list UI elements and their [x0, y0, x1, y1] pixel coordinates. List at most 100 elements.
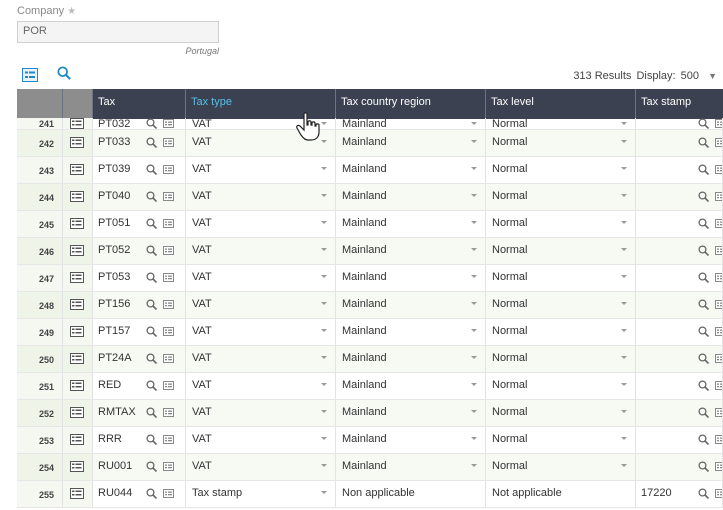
row-detail-cell[interactable]: [63, 400, 93, 426]
table-row[interactable]: 252 RMTAX VAT Mainland Normal: [17, 400, 723, 427]
tax-stamp-cell[interactable]: [636, 292, 723, 318]
tax-level-cell[interactable]: Normal: [486, 292, 636, 318]
tax-stamp-cell[interactable]: [636, 184, 723, 210]
table-row[interactable]: 255 RU044 Tax stamp Non applicable Not appli…: [17, 481, 723, 508]
detail-icon[interactable]: [163, 273, 174, 282]
tax-stamp-cell[interactable]: [636, 373, 723, 399]
company-input[interactable]: POR: [17, 21, 219, 43]
tax-cell[interactable]: PT052: [93, 238, 186, 264]
row-detail-icon[interactable]: [70, 164, 84, 175]
row-detail-icon[interactable]: [70, 245, 84, 256]
tax-stamp-cell[interactable]: [636, 265, 723, 291]
lookup-icon[interactable]: [146, 137, 158, 149]
tax-type-cell[interactable]: VAT: [186, 319, 336, 345]
tax-cell[interactable]: RRR: [93, 427, 186, 453]
row-detail-icon[interactable]: [70, 407, 84, 418]
detail-icon[interactable]: [715, 408, 722, 417]
dropdown-arrow-icon[interactable]: [621, 410, 627, 413]
tax-level-cell[interactable]: Normal: [486, 184, 636, 210]
lookup-icon[interactable]: [698, 118, 710, 129]
lookup-icon[interactable]: [698, 434, 710, 446]
row-detail-icon[interactable]: [70, 380, 84, 391]
tax-stamp-cell[interactable]: [636, 319, 723, 345]
detail-icon[interactable]: [715, 435, 722, 444]
lookup-icon[interactable]: [146, 272, 158, 284]
detail-icon[interactable]: [715, 165, 722, 174]
row-detail-cell[interactable]: [63, 427, 93, 453]
tax-region-cell[interactable]: Mainland: [336, 265, 486, 291]
table-row[interactable]: 246 PT052 VAT Mainland Normal: [17, 238, 723, 265]
dropdown-arrow-icon[interactable]: [621, 140, 627, 143]
detail-icon[interactable]: [163, 435, 174, 444]
lookup-icon[interactable]: [146, 245, 158, 257]
detail-icon[interactable]: [163, 300, 174, 309]
row-detail-cell[interactable]: [63, 157, 93, 183]
tax-stamp-cell[interactable]: [636, 211, 723, 237]
lookup-icon[interactable]: [146, 353, 158, 365]
tax-type-cell[interactable]: VAT: [186, 454, 336, 480]
row-detail-cell[interactable]: [63, 346, 93, 372]
table-row[interactable]: 253 RRR VAT Mainland Normal: [17, 427, 723, 454]
dropdown-arrow-icon[interactable]: [471, 329, 477, 332]
lookup-icon[interactable]: [698, 272, 710, 284]
detail-icon[interactable]: [715, 489, 722, 498]
dropdown-arrow-icon[interactable]: [621, 464, 627, 467]
dropdown-arrow-icon[interactable]: [471, 464, 477, 467]
tax-stamp-cell[interactable]: [636, 346, 723, 372]
lookup-icon[interactable]: [146, 407, 158, 419]
tax-region-cell[interactable]: Mainland: [336, 130, 486, 156]
column-header-tax-level[interactable]: Tax level: [486, 89, 636, 119]
tax-type-cell[interactable]: VAT: [186, 373, 336, 399]
table-row[interactable]: 254 RU001 VAT Mainland Normal: [17, 454, 723, 481]
lookup-icon[interactable]: [698, 326, 710, 338]
search-icon[interactable]: [56, 66, 72, 80]
table-row[interactable]: 244 PT040 VAT Mainland Normal: [17, 184, 723, 211]
display-value[interactable]: 500: [681, 70, 699, 82]
tax-type-cell[interactable]: VAT: [186, 238, 336, 264]
detail-icon[interactable]: [163, 408, 174, 417]
lookup-icon[interactable]: [146, 299, 158, 311]
tax-region-cell[interactable]: Mainland: [336, 157, 486, 183]
tax-type-cell[interactable]: VAT: [186, 157, 336, 183]
detail-icon[interactable]: [715, 354, 722, 363]
dropdown-arrow-icon[interactable]: [321, 194, 327, 197]
lookup-icon[interactable]: [146, 461, 158, 473]
dropdown-arrow-icon[interactable]: [621, 194, 627, 197]
lookup-icon[interactable]: [146, 380, 158, 392]
dropdown-arrow-icon[interactable]: [321, 275, 327, 278]
detail-icon[interactable]: [163, 462, 174, 471]
row-detail-icon[interactable]: [70, 353, 84, 364]
lookup-icon[interactable]: [698, 191, 710, 203]
tax-level-cell[interactable]: Normal: [486, 346, 636, 372]
tax-region-cell[interactable]: Mainland: [336, 184, 486, 210]
tax-level-cell[interactable]: Normal: [486, 130, 636, 156]
table-row[interactable]: 251 RED VAT Mainland Normal: [17, 373, 723, 400]
row-detail-icon[interactable]: [70, 326, 84, 337]
row-detail-icon[interactable]: [70, 191, 84, 202]
lookup-icon[interactable]: [698, 299, 710, 311]
dropdown-arrow-icon[interactable]: [321, 383, 327, 386]
detail-icon[interactable]: [163, 165, 174, 174]
tax-level-cell[interactable]: Normal: [486, 373, 636, 399]
tax-type-cell[interactable]: VAT: [186, 265, 336, 291]
dropdown-arrow-icon[interactable]: [321, 410, 327, 413]
tax-level-cell[interactable]: Normal: [486, 265, 636, 291]
tax-region-cell[interactable]: Mainland: [336, 292, 486, 318]
row-detail-icon[interactable]: [70, 461, 84, 472]
lookup-icon[interactable]: [698, 407, 710, 419]
dropdown-arrow-icon[interactable]: [621, 221, 627, 224]
tax-region-cell[interactable]: Mainland: [336, 319, 486, 345]
lookup-icon[interactable]: [146, 164, 158, 176]
row-detail-cell[interactable]: [63, 481, 93, 507]
dropdown-arrow-icon[interactable]: [321, 491, 327, 494]
dropdown-arrow-icon[interactable]: [621, 437, 627, 440]
column-header-tax-country-region[interactable]: Tax country region: [336, 89, 486, 119]
table-row[interactable]: 241 PT032 VAT Mainland Normal: [17, 118, 723, 130]
table-row[interactable]: 248 PT156 VAT Mainland Normal: [17, 292, 723, 319]
lookup-icon[interactable]: [146, 434, 158, 446]
dropdown-arrow-icon[interactable]: [621, 356, 627, 359]
detail-icon[interactable]: [715, 381, 722, 390]
lookup-icon[interactable]: [698, 164, 710, 176]
detail-icon[interactable]: [163, 192, 174, 201]
tax-cell[interactable]: PT053: [93, 265, 186, 291]
